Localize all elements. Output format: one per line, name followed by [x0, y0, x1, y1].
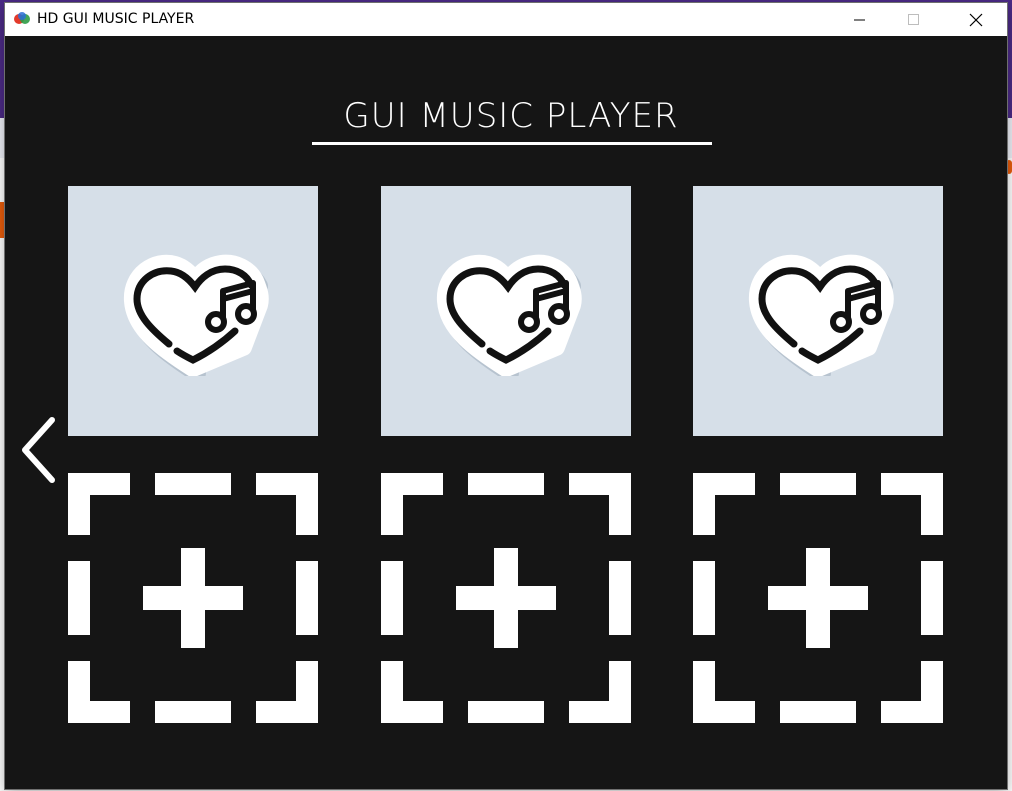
music-player-window: HD GUI MUSIC PLAYER GUI MUSIC PLAYER: [5, 3, 1007, 789]
window-title: HD GUI MUSIC PLAYER: [37, 11, 195, 27]
title-bar[interactable]: HD GUI MUSIC PLAYER: [5, 3, 1007, 36]
minimize-icon: [854, 19, 865, 20]
heart-music-note-icon: [123, 254, 269, 376]
maximize-icon: [908, 13, 919, 25]
app-icon: [14, 12, 30, 24]
add-playlist-button-3[interactable]: [693, 473, 943, 723]
previous-page-button[interactable]: [17, 414, 61, 484]
heart-music-note-icon: [436, 254, 582, 376]
close-button[interactable]: [953, 3, 999, 36]
playlist-tile-1[interactable]: [68, 186, 318, 436]
chevron-left-icon: [22, 417, 55, 483]
add-dashed-plus-icon: [381, 473, 631, 723]
page-title: GUI MUSIC PLAYER: [343, 96, 679, 136]
heart-music-note-icon: [748, 254, 894, 376]
add-dashed-plus-icon: [68, 473, 318, 723]
add-playlist-button-1[interactable]: [68, 473, 318, 723]
close-icon: [969, 13, 983, 26]
add-playlist-button-2[interactable]: [381, 473, 631, 723]
player-client-area: GUI MUSIC PLAYER: [5, 36, 1007, 789]
playlist-tile-3[interactable]: [693, 186, 943, 436]
add-dashed-plus-icon: [693, 473, 943, 723]
title-underline: [312, 142, 712, 145]
minimize-button[interactable]: [837, 3, 883, 36]
playlist-tile-2[interactable]: [381, 186, 631, 436]
maximize-button[interactable]: [891, 3, 937, 36]
